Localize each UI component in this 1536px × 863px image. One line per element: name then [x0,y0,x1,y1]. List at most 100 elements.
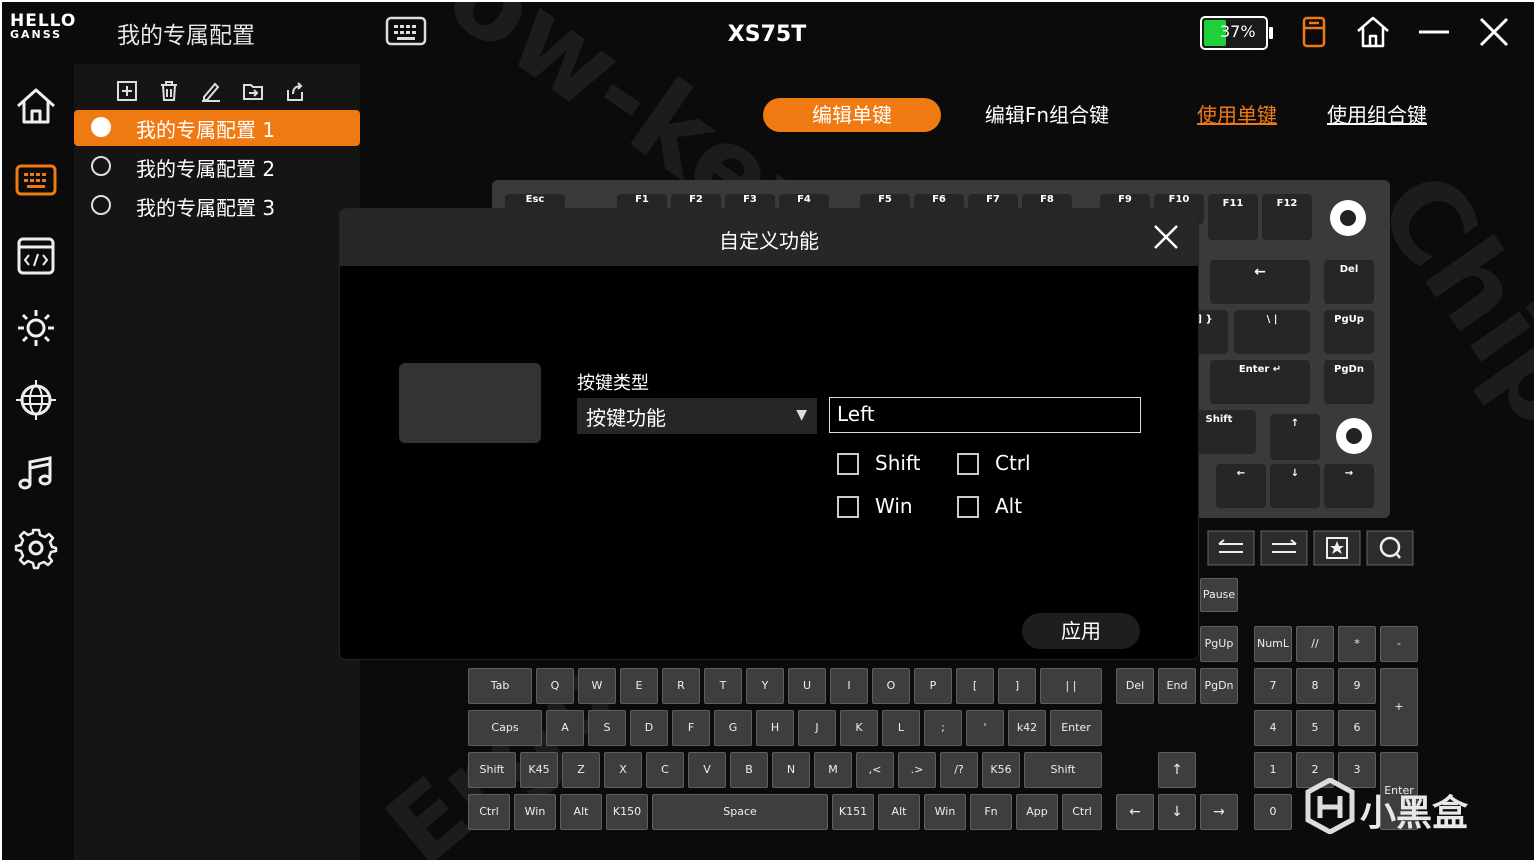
key-num-4[interactable]: 4 [1254,710,1292,746]
key-pgdn[interactable]: PgDn [1324,360,1374,404]
key-tab[interactable]: Tab [468,668,532,704]
key-semicolon[interactable]: ; [924,710,962,746]
key-down-grid[interactable]: ↓ [1158,794,1196,830]
network-icon[interactable] [14,378,58,422]
radio-unselected[interactable] [91,195,111,215]
key-o[interactable]: O [872,668,910,704]
keyboard-icon[interactable] [385,16,427,46]
key-z[interactable]: Z [562,752,600,788]
key-period[interactable]: .> [898,752,936,788]
close-icon[interactable] [1150,221,1182,253]
key-enter[interactable]: Enter [1050,710,1102,746]
key-j[interactable]: J [798,710,836,746]
key-h[interactable]: H [756,710,794,746]
key-num-6[interactable]: 6 [1338,710,1376,746]
key-num-plus[interactable]: + [1380,668,1418,746]
profile-item-1[interactable]: 我的专属配置 1 [74,110,360,146]
key-down[interactable]: ↓ [1270,464,1320,508]
lighting-icon[interactable] [14,306,58,350]
key-ralt[interactable]: Alt [878,794,920,830]
key-r[interactable]: R [662,668,700,704]
key-value-input[interactable]: Left [829,397,1141,433]
home-icon[interactable] [1355,14,1391,50]
key-numlock[interactable]: NumL [1254,626,1292,662]
key-end-grid[interactable]: End [1158,668,1196,704]
key-rshift[interactable]: Shift [1024,752,1102,788]
key-k150[interactable]: K150 [606,794,648,830]
key-enter[interactable]: Enter ↵ [1210,360,1310,404]
home-icon[interactable] [14,84,58,128]
alt-checkbox[interactable] [957,496,979,518]
settings-icon[interactable] [14,526,58,570]
key-lbracket[interactable]: [ [956,668,994,704]
key-right[interactable]: → [1324,464,1374,508]
key-u[interactable]: U [788,668,826,704]
add-icon[interactable] [116,80,138,102]
tab-use-single[interactable]: 使用单键 [1182,98,1292,132]
key-right-grid[interactable]: → [1200,794,1238,830]
key-k45[interactable]: K45 [520,752,558,788]
key-space[interactable]: Space [652,794,828,830]
key-backslash[interactable]: | | [1040,668,1102,704]
key-num-5[interactable]: 5 [1296,710,1334,746]
key-up[interactable]: ↑ [1270,414,1320,460]
key-backspace[interactable]: ← [1210,260,1310,304]
key-q[interactable]: Q [536,668,574,704]
key-del-grid[interactable]: Del [1116,668,1154,704]
apply-button[interactable]: 应用 [1022,613,1140,649]
key-lalt[interactable]: Alt [560,794,602,830]
key-pause[interactable]: Pause [1200,578,1238,612]
keytype-select[interactable]: 按键功能 ▼ [577,398,817,434]
radio-unselected[interactable] [91,156,111,176]
shift-checkbox[interactable] [837,453,859,475]
key-rwin[interactable]: Win [924,794,966,830]
nav-knob-icon[interactable] [1336,418,1372,454]
key-i[interactable]: I [830,668,868,704]
close-icon[interactable] [1476,14,1512,50]
key-k151[interactable]: K151 [832,794,874,830]
profile-item-2[interactable]: 我的专属配置 2 [74,149,360,185]
radio-selected[interactable] [91,117,111,137]
search-icon[interactable] [1366,530,1414,566]
key-fn[interactable]: Fn [970,794,1012,830]
key-lctrl[interactable]: Ctrl [468,794,510,830]
key-num-divide[interactable]: // [1296,626,1334,662]
key-l[interactable]: L [882,710,920,746]
tab-edit-single[interactable]: 编辑单键 [763,98,941,132]
key-p[interactable]: P [914,668,952,704]
key-num-minus[interactable]: - [1380,626,1418,662]
key-num-0[interactable]: 0 [1254,794,1292,830]
key-e[interactable]: E [620,668,658,704]
key-w[interactable]: W [578,668,616,704]
device-icon[interactable] [1296,14,1332,50]
backward-icon[interactable] [1207,530,1255,566]
key-n[interactable]: N [772,752,810,788]
key-b[interactable]: B [730,752,768,788]
key-f12[interactable]: F12 [1262,194,1312,240]
key-y[interactable]: Y [746,668,784,704]
key-k42[interactable]: k42 [1008,710,1046,746]
key-num-multiply[interactable]: * [1338,626,1376,662]
key-num-8[interactable]: 8 [1296,668,1334,704]
music-icon[interactable] [14,452,58,496]
key-m[interactable]: M [814,752,852,788]
rename-icon[interactable] [200,80,222,102]
key-pgup[interactable]: PgUp [1324,310,1374,354]
star-icon[interactable] [1313,530,1361,566]
key-t[interactable]: T [704,668,742,704]
import-icon[interactable] [242,80,264,102]
macro-icon[interactable] [14,234,58,278]
key-k[interactable]: K [840,710,878,746]
keyboard-icon[interactable] [14,158,58,202]
volume-knob-icon[interactable] [1330,200,1366,236]
key-pgdn-grid[interactable]: PgDn [1200,668,1238,704]
key-up-grid[interactable]: ↑ [1158,752,1196,788]
key-left-grid[interactable]: ← [1116,794,1154,830]
key-backslash[interactable]: \ | [1234,310,1310,354]
ctrl-checkbox[interactable] [957,453,979,475]
key-pgup-grid[interactable]: PgUp [1200,626,1238,662]
key-g[interactable]: G [714,710,752,746]
key-app[interactable]: App [1016,794,1058,830]
key-lwin[interactable]: Win [514,794,556,830]
key-k56[interactable]: K56 [982,752,1020,788]
